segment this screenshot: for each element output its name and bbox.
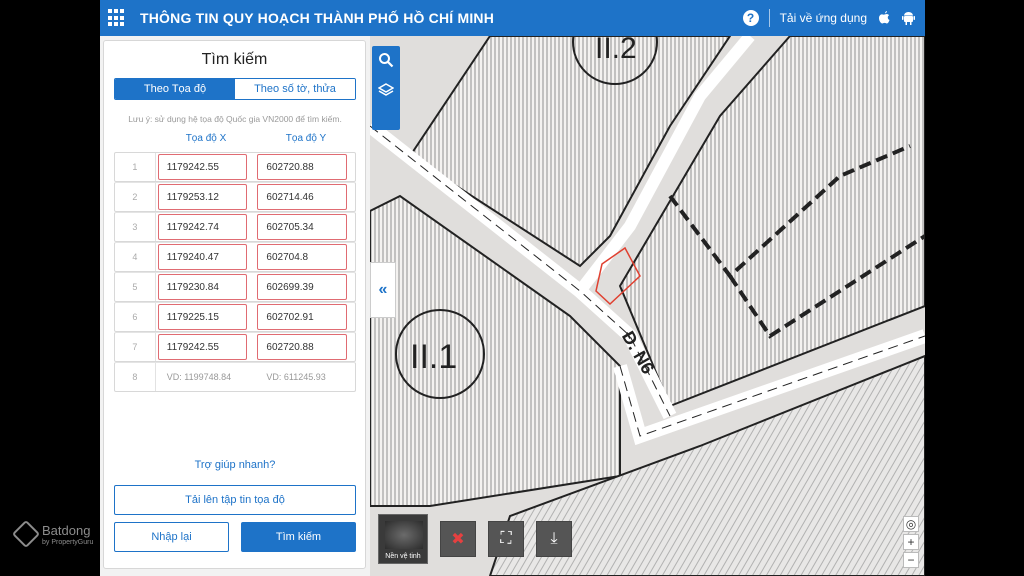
android-icon[interactable] [901,11,915,25]
column-headers: Tọa độ X Tọa độ Y [156,133,356,144]
x-coordinate-field[interactable]: 1179242.55 [157,154,248,180]
row-index: 4 [115,243,156,271]
search-icon[interactable] [378,52,394,72]
coordinate-row: 7 1179242.55 602720.88 [114,332,356,362]
y-coordinate-field[interactable]: 602705.34 [257,214,347,240]
coordinate-row: 3 1179242.74 602705.34 [114,212,356,242]
map-toolbar [372,46,400,130]
x-coordinate-field[interactable]: 1179240.47 [157,244,248,270]
y-coordinate-field[interactable]: 602702.91 [257,304,347,330]
row-index: 2 [115,183,156,211]
layers-icon[interactable] [377,82,395,102]
x-coordinate-field[interactable]: 1179242.55 [157,334,248,360]
brand-icon [11,519,41,549]
planning-map[interactable]: II.2 II.1 Đ. N6 [370,36,925,576]
quick-help-link[interactable]: Trợ giúp nhanh? [114,459,356,471]
coordinate-row: 4 1179240.47 602704.8 [114,242,356,272]
x-coordinate-field[interactable]: 1179242.74 [157,214,248,240]
empty-coordinate-row: 8 VD: 1199748.84 VD: 611245.93 [114,362,356,392]
y-coordinate-field[interactable]: 602704.8 [257,244,347,270]
row-index: 1 [115,153,156,181]
base-layer-thumbnail[interactable]: Nền vệ tinh [378,514,428,564]
coordinate-row: 1 1179242.55 602720.88 [114,152,356,182]
top-bar: THÔNG TIN QUY HOẠCH THÀNH PHỐ HỒ CHÍ MIN… [100,0,925,36]
top-right-actions: ? Tải về ứng dụng [742,9,915,27]
x-coordinate-field[interactable]: 1179225.15 [157,304,248,330]
block-label-ii2: II.2 [595,36,637,65]
y-coordinate-field[interactable]: 602714.46 [257,184,347,210]
help-icon[interactable]: ? [742,10,759,26]
search-panel: Tìm kiếm Theo Tọa độ Theo số tờ, thửa Lư… [103,40,366,569]
search-mode-tabs: Theo Tọa độ Theo số tờ, thửa [114,78,356,100]
x-coordinate-field[interactable]: 1179253.12 [157,184,248,210]
tab-by-sheet-parcel[interactable]: Theo số tờ, thửa [235,79,355,99]
row-index: 3 [115,213,156,241]
coordinate-hint: Lưu ý: sử dụng hệ tọa độ Quốc gia VN2000… [128,114,342,124]
reset-button[interactable]: Nhập lại [114,522,229,552]
column-x-header: Tọa độ X [185,133,227,144]
tab-by-coordinates[interactable]: Theo Tọa độ [115,79,235,99]
coordinate-row: 2 1179253.12 602714.46 [114,182,356,212]
zoom-in-button[interactable]: + [903,534,919,550]
fullscreen-icon[interactable]: ⛶ [488,521,524,557]
row-index: 8 [115,363,156,391]
upload-coordinates-button[interactable]: Tải lên tập tin tọa độ [114,485,356,515]
apps-grid-icon[interactable] [108,9,126,27]
download-app-label[interactable]: Tải về ứng dụng [780,11,867,25]
coordinate-row: 6 1179225.15 602702.91 [114,302,356,332]
app-window: THÔNG TIN QUY HOẠCH THÀNH PHỐ HỒ CHÍ MIN… [100,0,925,576]
coordinate-rows: 1 1179242.55 602720.88 2 1179253.12 6027… [114,152,356,392]
y-coordinate-field[interactable]: 602720.88 [257,334,347,360]
action-buttons: Nhập lại Tìm kiếm [114,522,356,552]
panel-title: Tìm kiếm [201,51,268,68]
watermark-brand: Batdong [42,523,91,538]
watermark-logo: Batdong by PropertyGuru [11,519,106,550]
app-title: THÔNG TIN QUY HOẠCH THÀNH PHỐ HỒ CHÍ MIN… [140,10,495,26]
map-canvas[interactable]: II.2 II.1 Đ. N6 [370,36,925,576]
block-label-ii1: II.1 [410,338,457,376]
search-button[interactable]: Tìm kiếm [241,522,356,552]
apple-icon[interactable] [877,11,891,25]
row-index: 6 [115,303,156,331]
x-coordinate-input[interactable]: VD: 1199748.84 [158,364,248,390]
zoom-out-button[interactable]: − [903,552,919,568]
map-bottom-toolbar: Nền vệ tinh ✖ ⛶ ⤓ [378,514,572,564]
base-layer-label: Nền vệ tinh [385,553,421,560]
watermark-sub: by PropertyGuru [42,539,94,546]
coordinate-row: 5 1179230.84 602699.39 [114,272,356,302]
zoom-controls: ◎ + − [903,516,919,568]
collapse-panel-button[interactable]: « [370,262,396,318]
row-index: 7 [115,333,156,361]
row-index: 5 [115,273,156,301]
y-coordinate-input[interactable]: VD: 611245.93 [257,364,347,390]
y-coordinate-field[interactable]: 602720.88 [257,154,347,180]
clear-icon[interactable]: ✖ [440,521,476,557]
column-y-header: Tọa độ Y [285,133,327,144]
locate-icon[interactable]: ◎ [903,516,919,532]
download-icon[interactable]: ⤓ [536,521,572,557]
divider [768,9,770,27]
x-coordinate-field[interactable]: 1179230.84 [157,274,248,300]
y-coordinate-field[interactable]: 602699.39 [257,274,347,300]
